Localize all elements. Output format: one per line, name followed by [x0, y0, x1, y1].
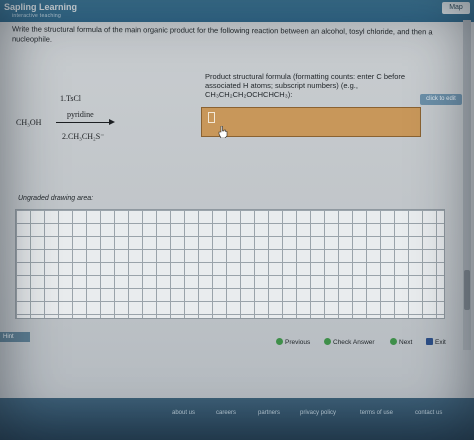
answer-instructions: Product structural formula (formatting c… — [205, 72, 406, 99]
next-label: Next — [399, 339, 413, 346]
hand-cursor-icon — [218, 126, 228, 138]
next-icon — [390, 338, 397, 345]
header-bar: Sapling Learning interactive teaching Ma… — [0, 0, 474, 22]
reagent-step-1: 1.TsCl — [60, 94, 81, 103]
next-button[interactable]: Next — [390, 338, 412, 348]
brand-tagline: interactive teaching — [12, 13, 62, 19]
hint-label: Hint — [3, 334, 14, 340]
question-navigation: Previous Check Answer Next Exit — [276, 336, 466, 350]
footer-link-privacy[interactable]: privacy policy — [300, 410, 336, 416]
reaction-arrow — [56, 122, 112, 123]
reagent-pyridine: pyridine — [67, 110, 94, 119]
site-footer: about us careers partners privacy policy… — [0, 398, 474, 440]
sapling-learning-screen: Sapling Learning interactive teaching Ma… — [0, 0, 474, 440]
footer-link-about[interactable]: about us — [172, 410, 195, 416]
drawing-area-label: Ungraded drawing area: — [18, 195, 94, 202]
answer-input-box[interactable] — [201, 107, 421, 138]
map-tab[interactable]: Map — [442, 2, 470, 14]
vertical-scrollbar[interactable] — [463, 20, 471, 350]
reaction-arrowhead — [109, 119, 115, 125]
previous-label: Previous — [285, 339, 311, 346]
exit-button[interactable]: Exit — [426, 338, 446, 348]
check-answer-button[interactable]: Check Answer — [324, 338, 375, 348]
reagent-step-2: 2.CH₃CH₂S⁻ — [62, 132, 105, 141]
footer-link-partners[interactable]: partners — [258, 410, 280, 416]
previous-icon — [276, 338, 283, 345]
exit-label: Exit — [435, 339, 446, 346]
footer-link-terms[interactable]: terms of use — [360, 410, 393, 416]
starting-material: CH₃OH — [16, 118, 42, 127]
check-answer-label: Check Answer — [333, 339, 375, 346]
footer-link-contact[interactable]: contact us — [415, 410, 442, 416]
click-to-edit-button[interactable]: click to edit — [420, 94, 462, 105]
answer-text-cursor[interactable] — [208, 112, 215, 123]
question-text: Write the structural formula of the main… — [11, 24, 433, 44]
exit-icon — [426, 338, 433, 345]
brand-logo: Sapling Learning — [4, 2, 78, 12]
previous-button[interactable]: Previous — [276, 338, 310, 348]
reaction-scheme: CH₃OH 1.TsCl pyridine 2.CH₃CH₂S⁻ — [16, 94, 156, 141]
scrollbar-thumb[interactable] — [464, 270, 470, 310]
check-icon — [324, 338, 331, 345]
footer-link-careers[interactable]: careers — [216, 410, 236, 416]
hint-button[interactable]: Hint — [0, 332, 30, 342]
ungraded-drawing-grid[interactable] — [15, 209, 445, 319]
